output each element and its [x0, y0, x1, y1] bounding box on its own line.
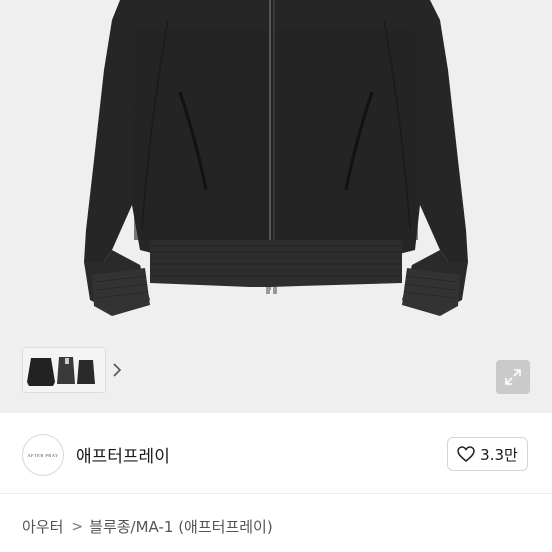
thumbnail-strip	[22, 346, 124, 394]
breadcrumb-separator: >	[71, 518, 84, 535]
heart-outline-icon	[457, 446, 475, 462]
chevron-right-icon[interactable]	[110, 360, 124, 380]
like-button[interactable]: 3.3만	[447, 437, 528, 471]
breadcrumb: 아우터 > 블루종/MA-1 (애프터프레이)	[22, 516, 273, 537]
section-divider	[0, 493, 552, 494]
thumbnail-jacket[interactable]	[22, 347, 106, 393]
avatar-logo-text: AFTER PRAY	[27, 452, 59, 458]
thumbnail-image	[23, 348, 105, 392]
expand-arrows-icon[interactable]	[496, 360, 530, 394]
like-count: 3.3만	[480, 445, 518, 464]
product-image-gallery[interactable]	[0, 0, 552, 413]
breadcrumb-item-subcategory[interactable]: 블루종/MA-1 (애프터프레이)	[89, 516, 273, 537]
breadcrumb-item-category[interactable]: 아우터	[22, 516, 63, 537]
seller-row[interactable]: AFTER PRAY 애프터프레이 3.3만	[0, 415, 552, 493]
seller-avatar[interactable]: AFTER PRAY	[22, 434, 64, 476]
seller-name[interactable]: 애프터프레이	[76, 442, 170, 467]
